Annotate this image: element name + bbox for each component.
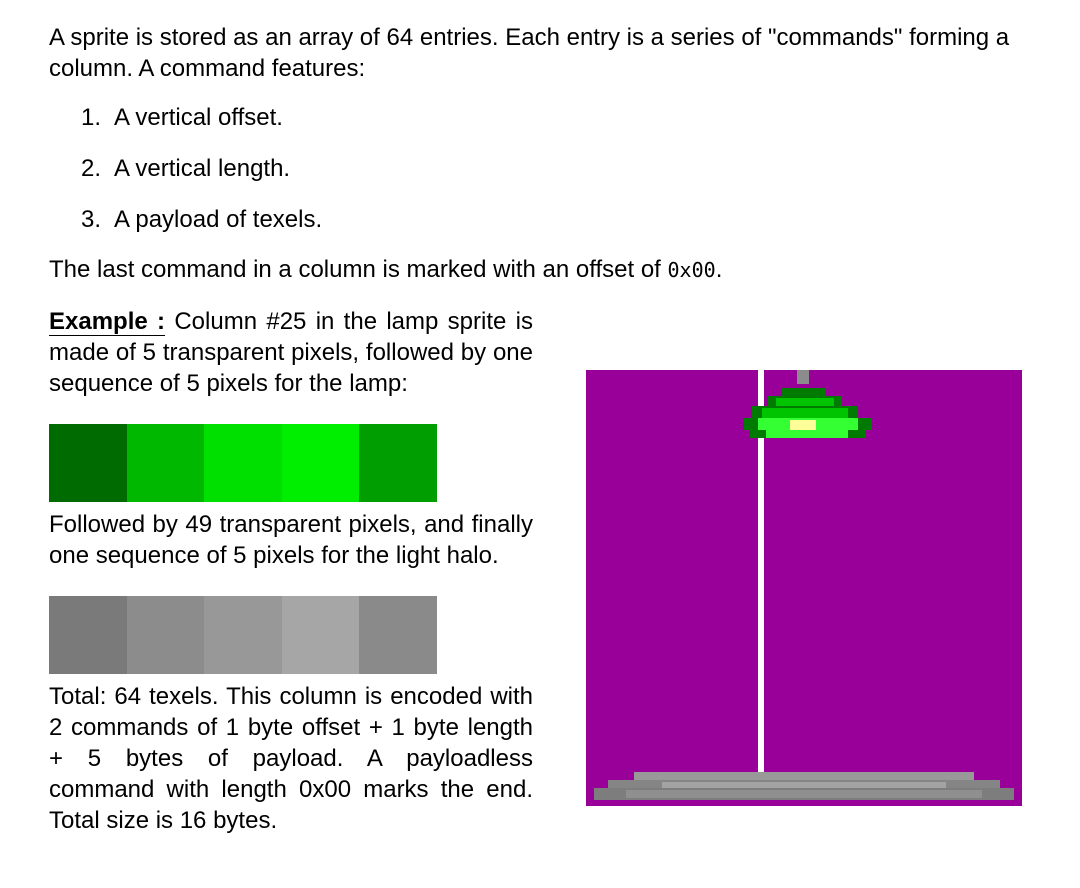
lamp-chain [797, 370, 809, 384]
lamp-pixel [126, 424, 205, 502]
halo-pixel [359, 596, 437, 674]
lamp-base [594, 772, 1014, 800]
halo-pixel [49, 596, 127, 674]
lamp-pixel [204, 424, 282, 502]
feature-item: 3. A payload of texels. [81, 206, 323, 233]
example-label: Example : [49, 308, 166, 336]
feature-item: 2. A vertical length. [81, 155, 291, 182]
halo-pixel [204, 596, 282, 674]
lamp-pixel [359, 424, 437, 502]
offset-code: 0x00 [667, 258, 716, 282]
halo-pixel [126, 596, 205, 674]
lamp-pixel-strip [49, 424, 437, 502]
halo-pixel [281, 596, 360, 674]
lamp-glow [790, 420, 816, 430]
lamp-pixel [281, 424, 360, 502]
lamp-sprite-image [586, 370, 1022, 806]
intro-paragraph: A sprite is stored as an array of 64 ent… [49, 24, 1010, 82]
last-command-paragraph: The last command in a column is marked w… [49, 256, 723, 283]
halo-pixel-strip [49, 596, 437, 674]
feature-item: 1. A vertical offset. [81, 104, 283, 131]
lamp-pixel [49, 424, 127, 502]
total-paragraph: Total: 64 texels. This column is encoded… [49, 683, 533, 834]
example-paragraph: Example : Column #25 in the lamp sprite … [49, 308, 534, 397]
followed-paragraph: Followed by 49 transparent pixels, and f… [49, 511, 533, 569]
